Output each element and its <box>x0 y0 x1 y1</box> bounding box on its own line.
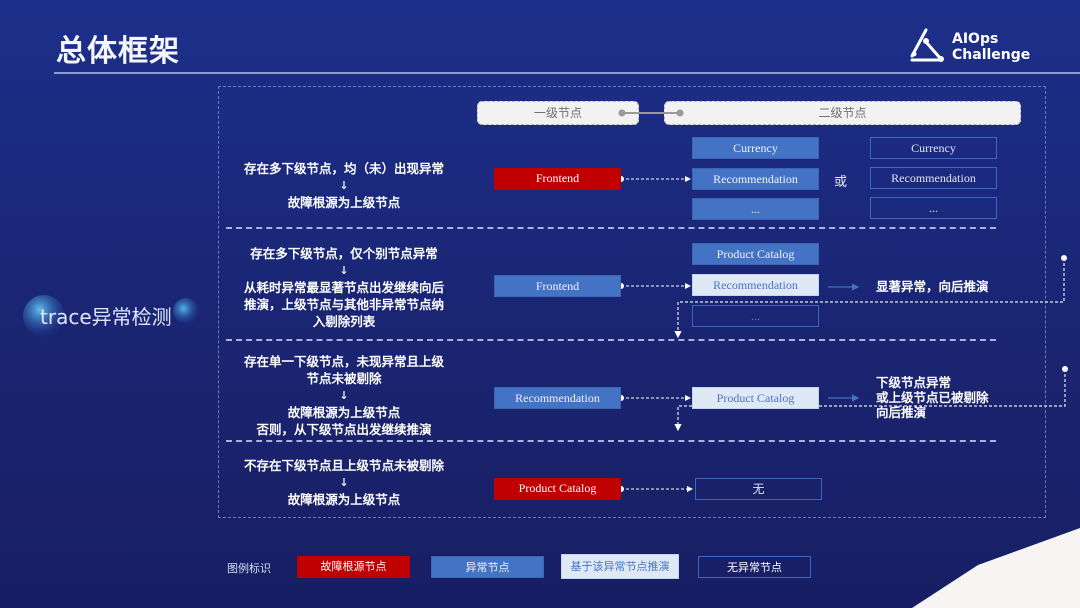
result-text: 入剔除列表 <box>312 314 376 329</box>
result-text: 推演，上级节点与其他非异常节点纳 <box>243 297 444 312</box>
child-node-inferred: Product Catalog <box>692 387 819 409</box>
logo-line-1: AIOps <box>952 31 999 47</box>
note-line: 下级节点异常 <box>876 375 952 390</box>
child-node-normal: ... <box>692 305 819 327</box>
logo-line-2: Challenge <box>952 47 1031 63</box>
child-node-abnormal: Product Catalog <box>692 243 819 265</box>
row2-note: 显著异常，向后推演 <box>876 279 989 294</box>
level2-header: 二级节点 <box>664 101 1021 125</box>
result-text: 故障根源为上级节点 <box>287 405 401 420</box>
row-separator <box>226 339 996 341</box>
row-separator <box>226 227 996 229</box>
legend-abnormal: 异常节点 <box>431 556 544 578</box>
child-node-normal: ... <box>870 197 997 219</box>
result-text: 否则，从下级节点出发继续推演 <box>256 422 432 437</box>
down-arrow-icon: ↓ <box>339 264 349 277</box>
condition-text: 存在多下级节点，均（未）出现异常 <box>243 161 444 176</box>
corner-decoration <box>912 528 1080 608</box>
legend-label: 图例标识 <box>227 562 271 575</box>
row2-condition: 存在多下级节点，仅个别节点异常 ↓ 从耗时异常最显著节点出发继续向后 推演，上级… <box>226 245 462 330</box>
condition-text: 节点未被剔除 <box>306 371 382 386</box>
level1-header: 一级节点 <box>477 101 639 125</box>
row-separator <box>226 440 996 442</box>
child-node-abnormal: Currency <box>692 137 819 159</box>
legend-normal: 无异常节点 <box>698 556 811 578</box>
title-underline <box>54 72 1080 74</box>
child-node-abnormal: Recommendation <box>692 168 819 190</box>
parent-node-root-cause: Frontend <box>494 168 621 190</box>
row3-note: 下级节点异常 或上级节点已被剔除 向后推演 <box>876 375 989 420</box>
or-label: 或 <box>834 175 848 190</box>
header-connector <box>618 109 684 117</box>
page-title: 总体框架 <box>56 34 180 69</box>
child-node-normal: Recommendation <box>870 167 997 189</box>
legend-root-cause: 故障根源节点 <box>297 556 410 578</box>
down-arrow-icon: ↓ <box>339 389 349 402</box>
parent-node-abnormal: Frontend <box>494 275 621 297</box>
parent-node-root-cause: Product Catalog <box>494 478 621 500</box>
row3-condition: 存在单一下级节点，未现异常且上级 节点未被剔除 ↓ 故障根源为上级节点 否则，从… <box>226 353 462 438</box>
legend-inferred: 基于该异常节点推演 <box>561 554 679 579</box>
note-line: 向后推演 <box>876 405 927 420</box>
note-line: 或上级节点已被剔除 <box>876 390 989 405</box>
side-label: trace异常检测 <box>40 305 172 329</box>
child-node-normal: Currency <box>870 137 997 159</box>
row1-condition: 存在多下级节点，均（未）出现异常 ↓ 故障根源为上级节点 <box>226 160 462 211</box>
result-text: 故障根源为上级节点 <box>287 195 401 210</box>
child-node-abnormal: ... <box>692 198 819 220</box>
down-arrow-icon: ↓ <box>339 179 349 192</box>
down-arrow-icon: ↓ <box>339 476 349 489</box>
parent-node-abnormal: Recommendation <box>494 387 621 409</box>
logo-text: AIOps Challenge <box>952 31 1030 63</box>
condition-text: 存在单一下级节点，未现异常且上级 <box>243 354 444 369</box>
row4-condition: 不存在下级节点且上级节点未被剔除 ↓ 故障根源为上级节点 <box>226 457 462 508</box>
child-node-inferred: Recommendation <box>692 274 819 296</box>
result-text: 从耗时异常最显著节点出发继续向后 <box>243 280 444 295</box>
child-node-none: 无 <box>695 478 822 500</box>
result-text: 故障根源为上级节点 <box>287 492 401 507</box>
condition-text: 存在多下级节点，仅个别节点异常 <box>250 246 438 261</box>
condition-text: 不存在下级节点且上级节点未被剔除 <box>243 458 444 473</box>
